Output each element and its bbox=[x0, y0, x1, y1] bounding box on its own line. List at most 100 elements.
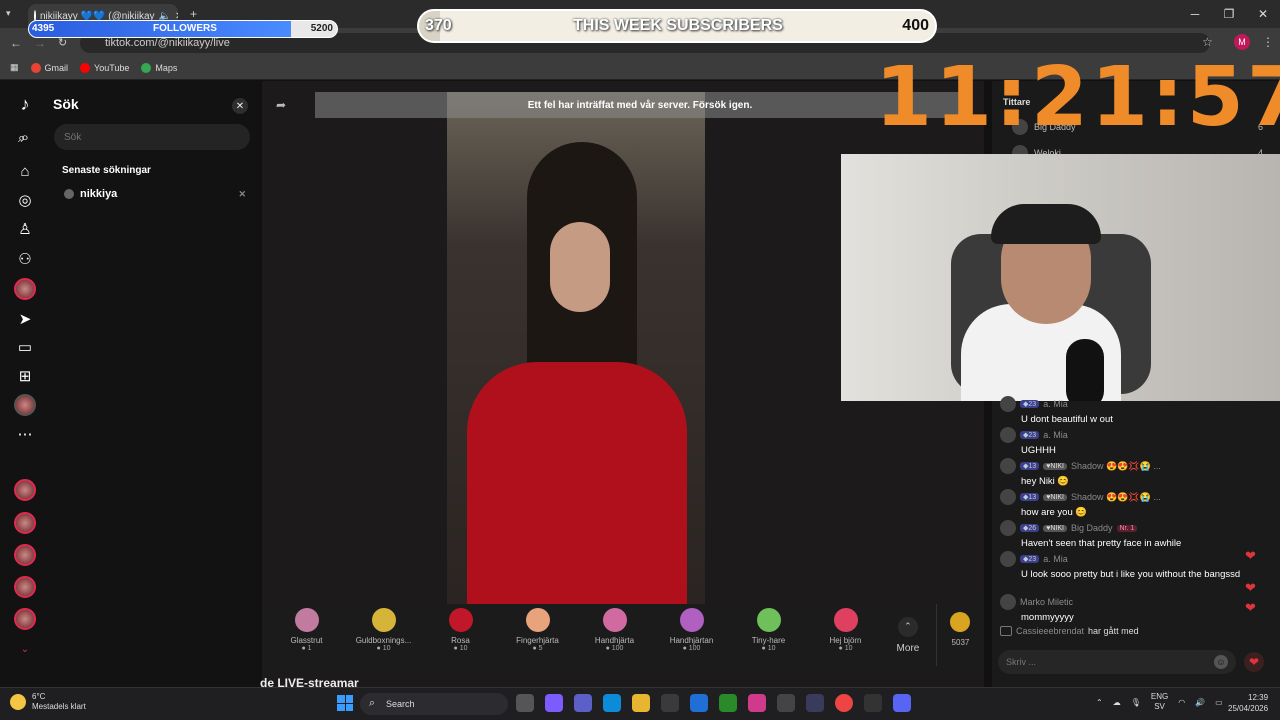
level-badge: ◆26 bbox=[1020, 524, 1040, 532]
gift-item[interactable]: Tiny-hare ● 10 bbox=[730, 604, 807, 666]
avatar[interactable] bbox=[1000, 427, 1016, 443]
bookmark-star-icon[interactable]: ☆ bbox=[1202, 35, 1213, 49]
messages-send-icon[interactable]: ➤ bbox=[14, 308, 36, 330]
more-gifts-button[interactable]: ⌃ More bbox=[884, 604, 932, 666]
discord-icon[interactable] bbox=[893, 694, 911, 712]
chat-input[interactable]: Skriv ... bbox=[998, 650, 1236, 674]
avatar[interactable] bbox=[1000, 551, 1016, 567]
share-icon[interactable]: ➦ bbox=[276, 98, 286, 112]
friends-icon[interactable]: ⚇ bbox=[14, 248, 36, 270]
level-badge: ◆23 bbox=[1020, 400, 1040, 408]
gift-item[interactable]: Guldboxnings... ● 10 bbox=[345, 604, 422, 666]
bookmark-youtube[interactable]: YouTube bbox=[80, 62, 129, 73]
chat-username[interactable]: Marko Miletic bbox=[1020, 597, 1073, 607]
cube-icon[interactable] bbox=[777, 694, 795, 712]
gift-item[interactable]: Glasstrut ● 1 bbox=[268, 604, 345, 666]
like-button[interactable]: ❤ bbox=[1244, 652, 1264, 672]
gift-item[interactable]: Rosa ● 10 bbox=[422, 604, 499, 666]
emoji-icon[interactable]: ☺ bbox=[1214, 655, 1228, 669]
weather-widget[interactable]: 6°C Mestadels klart bbox=[10, 692, 86, 712]
terminal-icon[interactable] bbox=[806, 694, 824, 712]
recent-searches-heading: Senaste sökningar bbox=[62, 165, 151, 176]
clock[interactable]: 12:39 25/04/2026 bbox=[1228, 692, 1268, 714]
cloud-icon[interactable]: ☁ bbox=[1113, 698, 1121, 707]
avatar[interactable] bbox=[1000, 458, 1016, 474]
gift-icon bbox=[756, 608, 781, 632]
live-video[interactable] bbox=[447, 92, 705, 604]
avatar[interactable] bbox=[1000, 520, 1016, 536]
maximize-icon[interactable]: ❐ bbox=[1212, 0, 1246, 28]
tab-list-icon[interactable]: ▾ bbox=[6, 8, 11, 19]
coins-button[interactable]: 5037 bbox=[935, 604, 984, 666]
recent-search-item[interactable]: nikkiya ✕ bbox=[64, 188, 246, 200]
mic-icon[interactable]: 🎙 bbox=[1131, 698, 1141, 707]
battery-icon[interactable]: ▭ bbox=[1215, 698, 1223, 707]
close-window-icon[interactable]: ✕ bbox=[1246, 0, 1280, 28]
menu-icon[interactable]: ⋮ bbox=[1262, 35, 1274, 49]
avatar[interactable] bbox=[1000, 396, 1016, 412]
tray-expand-icon[interactable]: ⌃ bbox=[1096, 698, 1103, 707]
copilot-icon[interactable] bbox=[545, 694, 563, 712]
upload-icon[interactable]: ⊞ bbox=[14, 365, 36, 387]
windows-start-icon[interactable] bbox=[337, 695, 353, 711]
live-creator-avatar[interactable] bbox=[14, 512, 36, 534]
search-input[interactable] bbox=[54, 124, 250, 150]
search-nav-icon[interactable]: ⌕ bbox=[18, 130, 25, 146]
chevron-up-icon: ⌃ bbox=[897, 616, 918, 637]
outlook-icon[interactable] bbox=[690, 694, 708, 712]
profile-avatar-nav[interactable] bbox=[14, 394, 36, 416]
live-creator-avatar[interactable] bbox=[14, 544, 36, 566]
tiktok-logo-icon[interactable]: ♪ bbox=[14, 93, 36, 115]
remove-recent-icon[interactable]: ✕ bbox=[238, 189, 246, 200]
live-creator-avatar[interactable] bbox=[14, 576, 36, 598]
explore-icon[interactable]: ◎ bbox=[14, 189, 36, 211]
edge-icon[interactable] bbox=[603, 694, 621, 712]
avatar[interactable] bbox=[1000, 489, 1016, 505]
gift-item[interactable]: Hej björn ● 10 bbox=[807, 604, 884, 666]
gift-item[interactable]: Handhjärta ● 100 bbox=[576, 604, 653, 666]
chat-username[interactable]: a. Mia bbox=[1043, 554, 1068, 564]
gift-icon bbox=[679, 608, 704, 632]
chrome-icon[interactable] bbox=[835, 694, 853, 712]
bookmark-maps[interactable]: Maps bbox=[141, 62, 177, 73]
live-creator-avatar[interactable] bbox=[14, 479, 36, 501]
chat-username[interactable]: Big Daddy bbox=[1071, 523, 1113, 533]
apps-icon[interactable]: ▦ bbox=[10, 62, 19, 73]
volume-icon[interactable]: 🔊 bbox=[1195, 698, 1205, 707]
chat-username[interactable]: Shadow 😍😍💢😭 ... bbox=[1071, 461, 1161, 472]
task-view-icon[interactable] bbox=[516, 694, 534, 712]
obs-icon[interactable] bbox=[864, 694, 882, 712]
language-indicator[interactable]: ENG SV bbox=[1151, 692, 1168, 712]
file-explorer-icon[interactable] bbox=[632, 694, 650, 712]
minimize-icon[interactable]: ─ bbox=[1178, 0, 1212, 28]
chat-username[interactable]: Shadow 😍😍💢😭 ... bbox=[1071, 492, 1161, 503]
shield-icon[interactable] bbox=[719, 694, 737, 712]
avatar[interactable] bbox=[1000, 594, 1016, 610]
live-creator-avatar[interactable] bbox=[14, 608, 36, 630]
wifi-icon[interactable]: ◠ bbox=[1178, 698, 1185, 707]
back-icon[interactable]: ← bbox=[10, 36, 22, 50]
close-search-button[interactable]: ✕ bbox=[232, 98, 248, 114]
level-badge: ◆23 bbox=[1020, 555, 1040, 563]
chat-message: ◆13 ♥NIKI Shadow 😍😍💢😭 ... how are you 😊 bbox=[1000, 489, 1270, 518]
more-icon[interactable]: ⋯ bbox=[14, 423, 36, 445]
teams-icon[interactable] bbox=[574, 694, 592, 712]
chat-username[interactable]: a. Mia bbox=[1043, 399, 1068, 409]
fan-badge: ♥NIKI bbox=[1043, 462, 1067, 470]
new-tab-button[interactable]: + bbox=[190, 7, 197, 21]
inbox-icon[interactable]: ▭ bbox=[14, 336, 36, 358]
store-icon[interactable] bbox=[661, 694, 679, 712]
chat-username[interactable]: a. Mia bbox=[1043, 430, 1068, 440]
home-icon[interactable]: ⌂ bbox=[14, 160, 36, 182]
bookmark-gmail[interactable]: Gmail bbox=[30, 62, 68, 73]
profile-avatar[interactable]: M bbox=[1234, 34, 1250, 50]
following-icon[interactable]: ♙ bbox=[14, 218, 36, 240]
forward-icon[interactable]: → bbox=[34, 36, 46, 50]
m365-icon[interactable] bbox=[748, 694, 766, 712]
taskbar-search[interactable]: ⌕ Search bbox=[360, 693, 508, 715]
chat-text: UGHHH bbox=[1021, 445, 1056, 456]
gift-item[interactable]: Handhjärtan ● 100 bbox=[653, 604, 730, 666]
live-avatar[interactable] bbox=[14, 278, 36, 300]
gift-item[interactable]: Fingerhjärta ● 5 bbox=[499, 604, 576, 666]
expand-chevron-icon[interactable]: ⌄ bbox=[14, 638, 36, 660]
